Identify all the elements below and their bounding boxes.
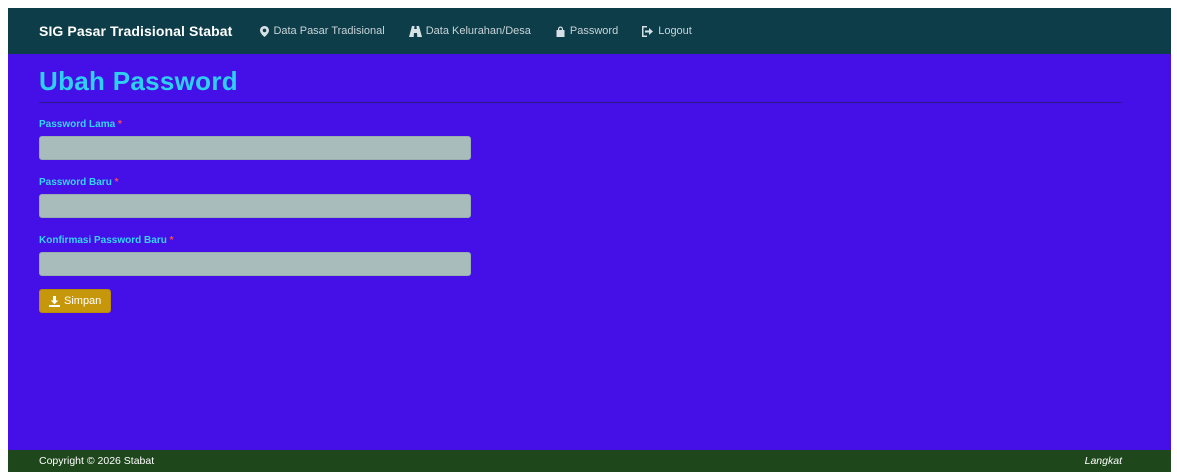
page-title: Ubah Password bbox=[39, 66, 238, 96]
nav-item-label: Data Pasar Tradisional bbox=[273, 25, 385, 37]
new-password-label-text: Password Baru bbox=[39, 177, 112, 188]
title-divider bbox=[39, 102, 1122, 103]
nav-item-label: Data Kelurahan/Desa bbox=[425, 25, 531, 37]
new-password-input[interactable] bbox=[39, 194, 471, 218]
change-password-form: Password Lama * Password Baru * Konfirma… bbox=[39, 119, 1122, 313]
old-password-label-text: Password Lama bbox=[39, 119, 116, 130]
map-marker-icon bbox=[260, 25, 270, 37]
confirm-password-label: Konfirmasi Password Baru * bbox=[39, 235, 1122, 246]
confirm-password-label-text: Konfirmasi Password Baru bbox=[39, 235, 167, 246]
nav-menu: Data Pasar Tradisional Data Kelurahan/De… bbox=[260, 25, 715, 37]
nav-item-label: Logout bbox=[658, 25, 692, 37]
required-mark: * bbox=[117, 119, 122, 130]
nav-item-password[interactable]: Password bbox=[555, 25, 618, 37]
logout-icon bbox=[642, 25, 654, 37]
confirm-password-input[interactable] bbox=[39, 252, 471, 276]
nav-item-data-pasar[interactable]: Data Pasar Tradisional bbox=[260, 25, 385, 37]
save-button[interactable]: Simpan bbox=[39, 289, 112, 313]
new-password-label: Password Baru * bbox=[39, 177, 1122, 188]
old-password-label: Password Lama * bbox=[39, 119, 1122, 130]
page-frame: SIG Pasar Tradisional Stabat Data Pasar … bbox=[8, 8, 1171, 472]
old-password-input[interactable] bbox=[39, 136, 471, 160]
required-mark: * bbox=[169, 235, 174, 246]
nav-item-label: Password bbox=[569, 25, 619, 37]
lock-icon bbox=[555, 26, 566, 37]
footer: Copyright © 2026 Stabat Langkat bbox=[8, 450, 1171, 472]
footer-place: Langkat bbox=[1084, 455, 1122, 467]
nav-item-data-kelurahan[interactable]: Data Kelurahan/Desa bbox=[408, 25, 531, 37]
copyright-text: Copyright © 2026 Stabat bbox=[39, 455, 155, 467]
navbar: SIG Pasar Tradisional Stabat Data Pasar … bbox=[8, 8, 1171, 54]
main-content: Ubah Password Password Lama * Password B… bbox=[39, 64, 1122, 313]
road-icon bbox=[408, 25, 422, 37]
required-mark: * bbox=[114, 177, 119, 188]
brand[interactable]: SIG Pasar Tradisional Stabat bbox=[39, 23, 232, 39]
download-icon bbox=[49, 295, 60, 307]
nav-item-logout[interactable]: Logout bbox=[642, 25, 692, 37]
save-button-label: Simpan bbox=[64, 295, 102, 307]
